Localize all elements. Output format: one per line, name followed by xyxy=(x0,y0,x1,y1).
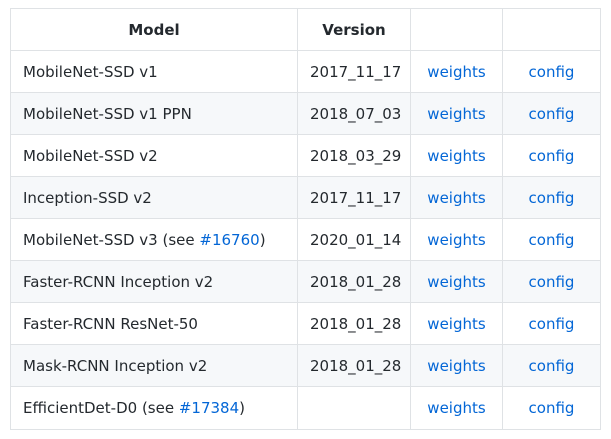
header-row: Model Version xyxy=(10,8,601,51)
header-weights xyxy=(410,8,503,51)
version-cell: 2017_11_17 xyxy=(297,50,411,93)
table-row: MobileNet-SSD v1 2017_11_17 weights conf… xyxy=(10,50,601,93)
see-prefix: (see xyxy=(157,230,200,249)
table-row: MobileNet-SSD v2 2018_03_29 weights conf… xyxy=(10,134,601,177)
model-name: MobileNet-SSD v2 xyxy=(23,146,158,165)
model-name: Mask-RCNN Inception v2 xyxy=(23,356,208,375)
table-row: Faster-RCNN ResNet-50 2018_01_28 weights… xyxy=(10,302,601,345)
model-cell: Inception-SSD v2 xyxy=(10,176,298,219)
config-link[interactable]: config xyxy=(529,147,575,165)
config-cell: config xyxy=(502,260,601,303)
model-name: Faster-RCNN ResNet-50 xyxy=(23,314,198,333)
weights-link[interactable]: weights xyxy=(427,147,485,165)
weights-link[interactable]: weights xyxy=(427,357,485,375)
version-cell: 2018_01_28 xyxy=(297,260,411,303)
model-cell: MobileNet-SSD v1 xyxy=(10,50,298,93)
config-link[interactable]: config xyxy=(529,273,575,291)
model-cell: EfficientDet-D0 (see #17384) xyxy=(10,386,298,430)
model-cell: Mask-RCNN Inception v2 xyxy=(10,344,298,387)
config-link[interactable]: config xyxy=(529,105,575,123)
model-cell: MobileNet-SSD v1 PPN xyxy=(10,92,298,135)
weights-cell: weights xyxy=(410,50,503,93)
weights-link[interactable]: weights xyxy=(427,63,485,81)
table-row: Mask-RCNN Inception v2 2018_01_28 weight… xyxy=(10,344,601,387)
model-name: MobileNet-SSD v1 PPN xyxy=(23,104,192,123)
models-table: Model Version MobileNet-SSD v1 2017_11_1… xyxy=(10,8,601,430)
model-cell: Faster-RCNN ResNet-50 xyxy=(10,302,298,345)
see-suffix: ) xyxy=(239,399,246,417)
config-link[interactable]: config xyxy=(529,63,575,81)
model-name: Faster-RCNN Inception v2 xyxy=(23,272,214,291)
config-link[interactable]: config xyxy=(529,357,575,375)
weights-cell: weights xyxy=(410,344,503,387)
header-config xyxy=(502,8,601,51)
config-link[interactable]: config xyxy=(529,315,575,333)
version-cell: 2018_01_28 xyxy=(297,344,411,387)
model-cell: Faster-RCNN Inception v2 xyxy=(10,260,298,303)
model-cell: MobileNet-SSD v3 (see #16760) xyxy=(10,218,298,261)
weights-cell: weights xyxy=(410,260,503,303)
header-model: Model xyxy=(10,8,298,51)
weights-cell: weights xyxy=(410,92,503,135)
weights-cell: weights xyxy=(410,302,503,345)
model-name: Inception-SSD v2 xyxy=(23,188,152,207)
table-row: MobileNet-SSD v3 (see #16760) 2020_01_14… xyxy=(10,218,601,261)
model-name: EfficientDet-D0 xyxy=(23,399,138,417)
header-version: Version xyxy=(297,8,411,51)
weights-link[interactable]: weights xyxy=(427,105,485,123)
config-cell: config xyxy=(502,218,601,261)
issue-link[interactable]: #16760 xyxy=(199,231,259,249)
see-prefix: (see xyxy=(137,399,179,417)
weights-link[interactable]: weights xyxy=(427,273,485,291)
version-cell xyxy=(297,386,411,430)
model-name: MobileNet-SSD v3 xyxy=(23,230,158,249)
config-cell: config xyxy=(502,344,601,387)
weights-cell: weights xyxy=(410,386,503,430)
weights-link[interactable]: weights xyxy=(427,399,485,417)
issue-link[interactable]: #17384 xyxy=(179,399,239,417)
config-cell: config xyxy=(502,92,601,135)
weights-link[interactable]: weights xyxy=(427,189,485,207)
model-name: MobileNet-SSD v1 xyxy=(23,62,158,81)
table-row: EfficientDet-D0 (see #17384) weights con… xyxy=(10,386,601,430)
weights-cell: weights xyxy=(410,134,503,177)
model-cell: MobileNet-SSD v2 xyxy=(10,134,298,177)
weights-link[interactable]: weights xyxy=(427,231,485,249)
config-cell: config xyxy=(502,50,601,93)
table-row: Faster-RCNN Inception v2 2018_01_28 weig… xyxy=(10,260,601,303)
see-suffix: ) xyxy=(259,230,266,249)
version-cell: 2018_03_29 xyxy=(297,134,411,177)
config-cell: config xyxy=(502,176,601,219)
weights-cell: weights xyxy=(410,176,503,219)
config-cell: config xyxy=(502,134,601,177)
table-row: MobileNet-SSD v1 PPN 2018_07_03 weights … xyxy=(10,92,601,135)
config-link[interactable]: config xyxy=(529,189,575,207)
config-cell: config xyxy=(502,302,601,345)
weights-cell: weights xyxy=(410,218,503,261)
table-row: Inception-SSD v2 2017_11_17 weights conf… xyxy=(10,176,601,219)
table-body: MobileNet-SSD v1 2017_11_17 weights conf… xyxy=(10,50,601,430)
version-cell: 2017_11_17 xyxy=(297,176,411,219)
version-cell: 2020_01_14 xyxy=(297,218,411,261)
config-cell: config xyxy=(502,386,601,430)
weights-link[interactable]: weights xyxy=(427,315,485,333)
table-header: Model Version xyxy=(10,8,601,51)
version-cell: 2018_01_28 xyxy=(297,302,411,345)
version-cell: 2018_07_03 xyxy=(297,92,411,135)
config-link[interactable]: config xyxy=(529,231,575,249)
config-link[interactable]: config xyxy=(529,399,575,417)
